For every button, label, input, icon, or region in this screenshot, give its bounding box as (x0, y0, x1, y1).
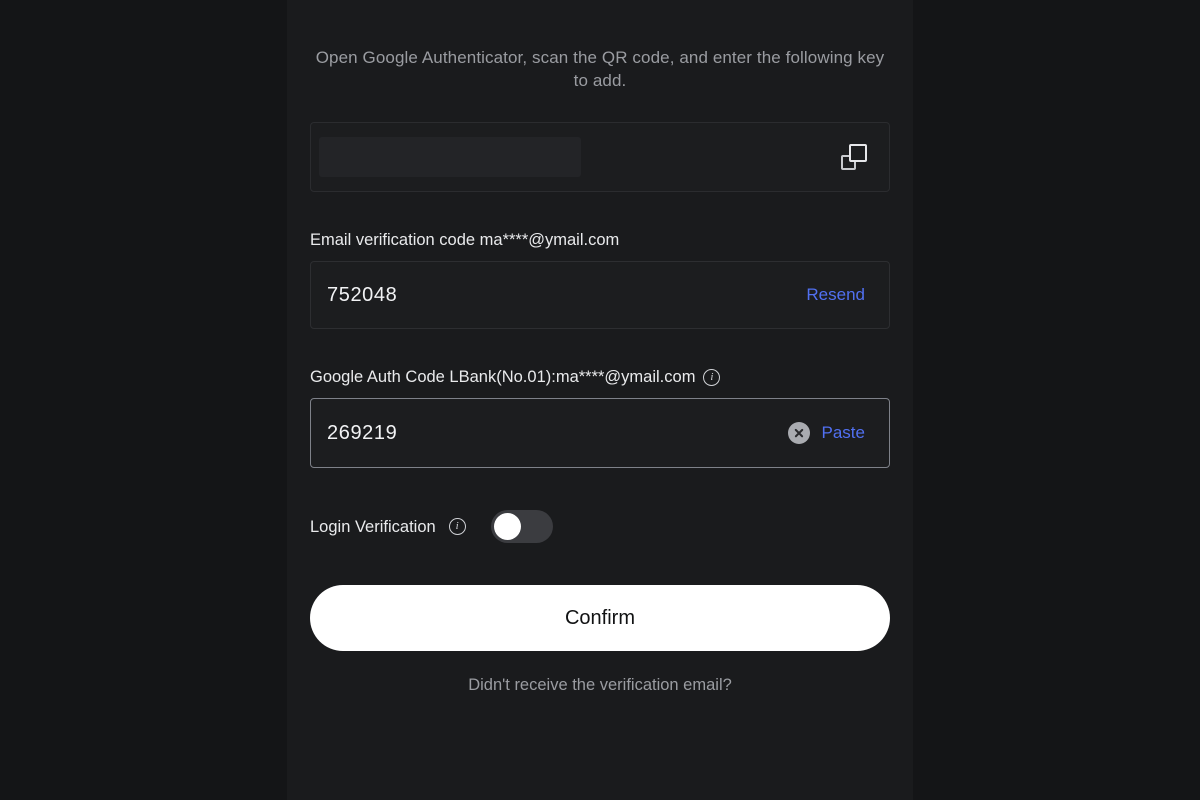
secret-key-redacted-value (319, 137, 581, 177)
login-verification-label: Login Verification (310, 517, 436, 536)
google-auth-label: Google Auth Code LBank(No.01):ma****@yma… (310, 368, 696, 386)
email-verification-label: Email verification code ma****@ymail.com (310, 231, 620, 249)
email-verification-group: Email verification code ma****@ymail.com… (310, 230, 890, 329)
confirm-button[interactable]: Confirm (310, 585, 890, 651)
copy-icon[interactable] (841, 144, 867, 170)
email-verification-input-box[interactable]: 752048 Resend (310, 261, 890, 329)
login-verification-toggle[interactable] (490, 510, 553, 543)
google-auth-group: Google Auth Code LBank(No.01):ma****@yma… (310, 367, 890, 468)
email-verification-input[interactable]: 752048 (327, 284, 794, 307)
screen-root: Open Google Authenticator, scan the QR c… (0, 0, 1200, 800)
info-icon[interactable]: i (448, 518, 466, 535)
google-auth-input[interactable]: 269219 (327, 422, 776, 445)
login-verification-row: Login Verification i (310, 510, 890, 543)
info-icon[interactable]: i (703, 368, 721, 386)
copy-icon-front-square (849, 144, 867, 162)
google-auth-input-box[interactable]: 269219 Paste (310, 398, 890, 468)
secret-key-box (310, 122, 890, 192)
clear-icon[interactable] (787, 422, 810, 444)
paste-button[interactable]: Paste (822, 423, 865, 443)
two-factor-setup-panel: Open Google Authenticator, scan the QR c… (287, 0, 913, 800)
toggle-knob (493, 513, 521, 540)
resend-email-help-link[interactable]: Didn't receive the verification email? (310, 676, 890, 695)
google-auth-label-row: Google Auth Code LBank(No.01):ma****@yma… (310, 367, 890, 387)
resend-button[interactable]: Resend (806, 285, 865, 305)
panel-content: Open Google Authenticator, scan the QR c… (310, 0, 890, 695)
setup-instructions: Open Google Authenticator, scan the QR c… (315, 48, 885, 90)
